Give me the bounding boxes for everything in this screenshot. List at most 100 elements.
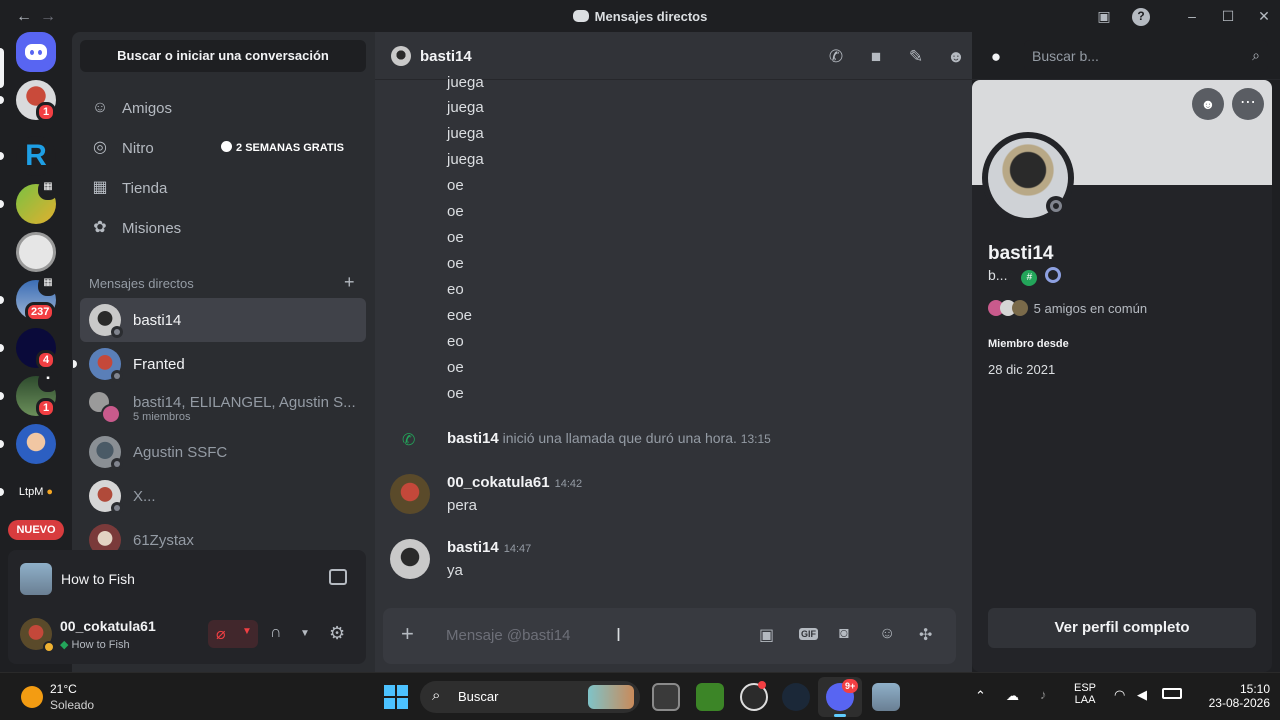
minecraft-icon[interactable]: [696, 683, 724, 711]
inbox-icon[interactable]: ▣: [1096, 8, 1112, 24]
nitro-promo-text: 2 SEMANAS GRATIS: [236, 142, 344, 154]
member-since-date: 28 dic 2021: [988, 362, 1056, 377]
profile-avatar-frame: [982, 132, 1074, 224]
message-line: oe: [447, 177, 464, 194]
mention-badge: 1: [36, 398, 56, 418]
search-input[interactable]: Buscar b... ⌕: [1024, 40, 1268, 72]
headphones-icon[interactable]: ∩: [270, 624, 282, 642]
sticker-icon[interactable]: ◙: [839, 625, 849, 643]
gif-icon[interactable]: GIF: [799, 628, 818, 640]
avatar[interactable]: [390, 539, 430, 579]
gift-icon[interactable]: ▣: [759, 625, 774, 645]
chat-bubble-icon: ▪: [38, 372, 58, 392]
discord-logo-icon: [572, 10, 589, 22]
nav-label: Amigos: [122, 99, 173, 117]
task-view-icon[interactable]: [652, 683, 680, 711]
chevron-down-icon[interactable]: ▼: [300, 628, 310, 639]
taskbar: 21°C Soleado ⌕ Buscar 9+ ⌃ ☁ ♪ ESP LAA ◠…: [0, 672, 1280, 720]
activity-game-name: How to Fish: [61, 571, 135, 587]
unread-pip: [73, 360, 77, 368]
screen-share-icon[interactable]: [329, 569, 347, 585]
sun-icon[interactable]: [21, 686, 43, 708]
server-text-icon[interactable]: LtpM ●: [16, 486, 56, 498]
chevron-up-icon[interactable]: ⌃: [975, 688, 986, 704]
dm-item-x[interactable]: X...: [80, 474, 366, 518]
message-author[interactable]: basti14: [447, 539, 499, 556]
voice-call-icon[interactable]: ✆: [826, 47, 846, 67]
dm-item-franted[interactable]: Franted: [73, 342, 366, 386]
dm-group-text: basti14, ELILANGEL, Agustin S... 5 miemb…: [133, 394, 356, 423]
chat-header: basti14 ✆ ■ ✎ ☻ ● Buscar b... ⌕: [375, 32, 1280, 80]
status-offline-icon: [1046, 196, 1066, 216]
discord-taskbar-button[interactable]: 9+: [818, 677, 862, 717]
dm-item-agustin[interactable]: Agustin SSFC: [80, 430, 366, 474]
view-full-profile-button[interactable]: Ver perfil completo: [988, 608, 1256, 648]
microphone-icon[interactable]: ♪: [1040, 687, 1047, 702]
dm-name: basti14: [133, 311, 182, 329]
clock-icon: [221, 141, 233, 152]
message-time: 14:47: [503, 543, 532, 555]
dm-item-basti14[interactable]: basti14: [80, 298, 366, 342]
search-icon: ⌕: [432, 687, 441, 704]
attach-plus-icon[interactable]: +: [401, 623, 414, 645]
mutual-friends-text: 5 amigos en común: [1033, 301, 1148, 316]
close-icon[interactable]: ✕: [1256, 8, 1272, 24]
taskbar-search-label: Buscar: [458, 689, 499, 704]
apps-icon[interactable]: ✣: [919, 625, 932, 645]
home-button[interactable]: [16, 32, 56, 72]
call-time: 13:15: [740, 432, 771, 446]
help-icon[interactable]: ?: [1132, 8, 1150, 26]
battery-icon[interactable]: [1162, 688, 1182, 699]
nav-item-nitro[interactable]: ◎ Nitro 2 SEMANAS GRATIS: [80, 128, 366, 168]
new-badge[interactable]: NUEVO: [8, 520, 64, 540]
message-input[interactable]: Mensaje @basti14: [446, 627, 570, 644]
mute-button[interactable]: ⌀ ▼: [208, 620, 258, 648]
onedrive-icon[interactable]: ☁: [1006, 688, 1019, 704]
message-line: oe: [447, 229, 464, 246]
user-profile-icon[interactable]: ●: [986, 47, 1006, 67]
nav-item-quests[interactable]: ✿ Misiones: [80, 208, 366, 248]
dm-name: Franted: [133, 355, 185, 373]
add-friends-to-dm-icon[interactable]: ☻: [946, 47, 966, 67]
taskbar-search[interactable]: ⌕ Buscar: [420, 681, 640, 713]
settings-gear-icon[interactable]: ⚙: [329, 623, 345, 644]
more-options-icon[interactable]: ⋯: [1232, 88, 1264, 120]
emoji-icon[interactable]: ☺: [879, 625, 895, 643]
server-icon-r[interactable]: R: [16, 136, 56, 176]
server-icon[interactable]: [16, 424, 56, 464]
avatar[interactable]: [20, 618, 55, 653]
nav-item-friends[interactable]: ☺ Amigos: [80, 88, 366, 128]
video-call-icon[interactable]: ■: [866, 47, 886, 67]
mutual-avatars: [988, 300, 1030, 316]
speaker-icon[interactable]: ◀: [1137, 687, 1147, 703]
add-friend-icon[interactable]: ☻: [1192, 88, 1224, 120]
call-author[interactable]: basti14: [447, 430, 499, 447]
unread-pip: [0, 488, 4, 496]
dm-item-group[interactable]: basti14, ELILANGEL, Agustin S... 5 miemb…: [80, 386, 366, 430]
nitro-promo-badge: 2 SEMANAS GRATIS: [215, 140, 350, 157]
find-conversation-button[interactable]: Buscar o iniciar una conversación: [80, 40, 366, 72]
avatar[interactable]: [390, 474, 430, 514]
how-to-fish-icon[interactable]: [872, 683, 900, 711]
maximize-icon[interactable]: ☐: [1220, 8, 1236, 24]
wifi-icon[interactable]: ◠: [1114, 687, 1125, 703]
clock[interactable]: 15:10 23-08-2026: [1195, 682, 1270, 710]
weather-desc: Soleado: [50, 698, 95, 712]
windows-start-icon[interactable]: [384, 685, 408, 709]
minimize-icon[interactable]: –: [1184, 8, 1200, 24]
pin-icon[interactable]: ✎: [906, 47, 926, 67]
shop-icon: ▦: [92, 179, 108, 196]
unread-pip: [0, 96, 4, 104]
message-author[interactable]: 00_cokatula61: [447, 474, 550, 491]
create-dm-plus-icon[interactable]: +: [344, 272, 355, 293]
profile-username: basti14: [988, 243, 1054, 264]
unread-pip: [0, 296, 4, 304]
username: 00_cokatula61: [60, 618, 156, 634]
mutual-friends[interactable]: 5 amigos en común: [988, 300, 1147, 316]
nav-item-shop[interactable]: ▦ Tienda: [80, 168, 366, 208]
steam-icon[interactable]: [782, 683, 810, 711]
channel-name: basti14: [420, 48, 472, 65]
nav-label: Tienda: [122, 179, 168, 197]
server-icon[interactable]: [16, 232, 56, 272]
language-indicator[interactable]: ESP LAA: [1074, 682, 1096, 706]
